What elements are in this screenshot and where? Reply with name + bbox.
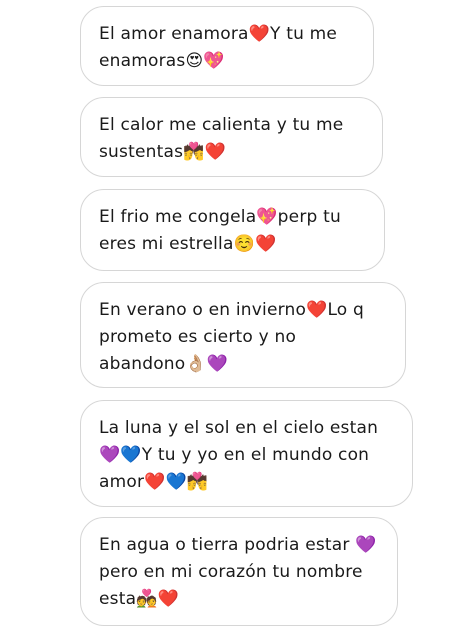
message-bubble[interactable]: El amor enamora❤️Y tu me enamoras😍💖	[80, 6, 374, 86]
message-text: El amor enamora❤️Y tu me enamoras😍💖	[99, 24, 338, 71]
message-bubble[interactable]: El calor me calienta y tu me sustentas💏❤…	[80, 97, 383, 177]
message-text: En verano o en invierno❤️Lo q prometo es…	[99, 300, 365, 374]
message-text: En agua o tierra podria estar 💜 pero en …	[99, 535, 377, 609]
message-text: El frio me congela💖perp tu eres mi estre…	[99, 207, 341, 254]
message-text: El calor me calienta y tu me sustentas💏❤…	[99, 115, 344, 162]
message-bubble[interactable]: La luna y el sol en el cielo estan 💜💙Y t…	[80, 400, 413, 507]
message-text: La luna y el sol en el cielo estan 💜💙Y t…	[99, 418, 379, 492]
message-bubble[interactable]: En agua o tierra podria estar 💜 pero en …	[80, 517, 398, 626]
message-bubble[interactable]: El frio me congela💖perp tu eres mi estre…	[80, 189, 385, 271]
message-bubble[interactable]: En verano o en invierno❤️Lo q prometo es…	[80, 282, 406, 388]
